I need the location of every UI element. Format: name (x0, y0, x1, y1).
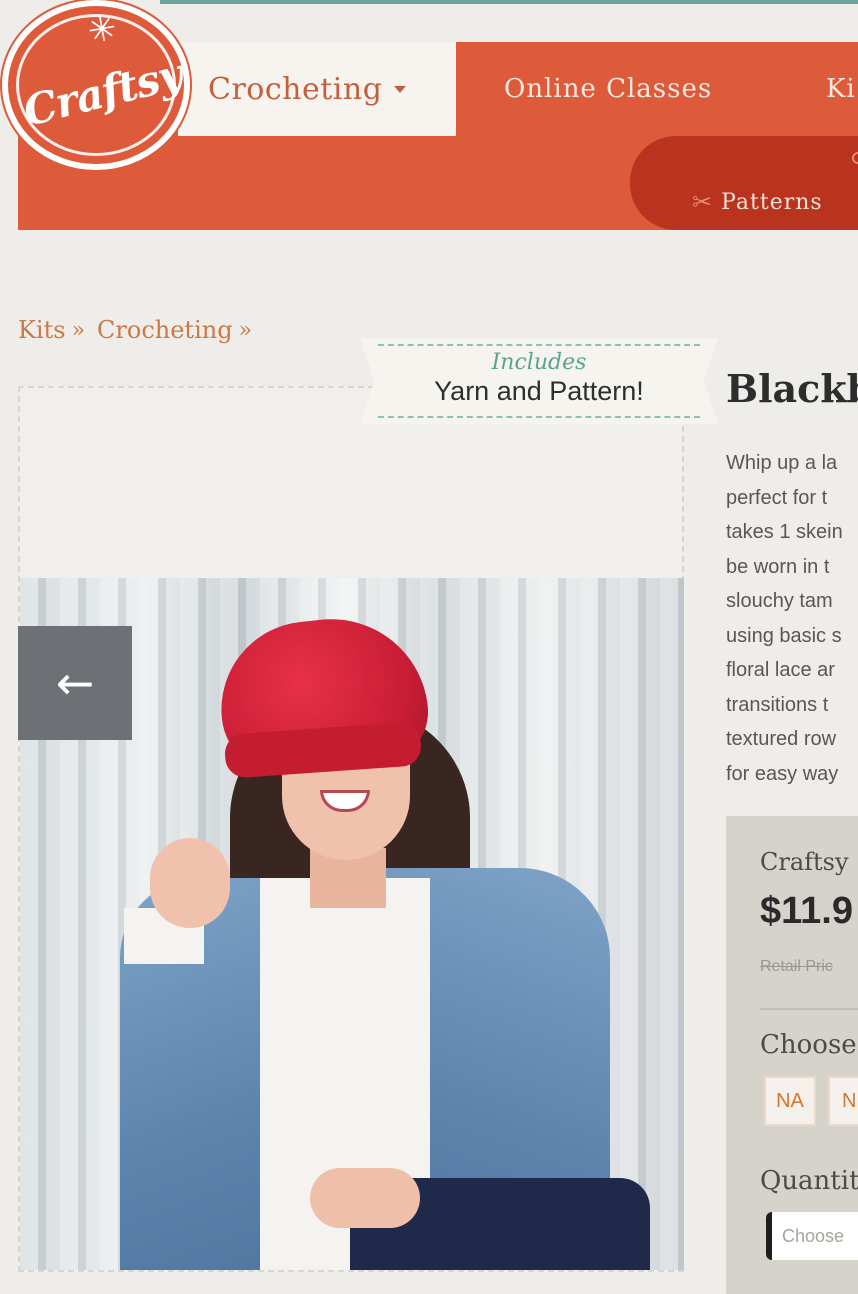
nav-online-classes[interactable]: Online Classes (504, 42, 712, 136)
banner-title: Yarn and Pattern! (434, 376, 644, 406)
sub-nav-patterns[interactable]: ✂ Patterns (692, 188, 823, 216)
sub-nav-partial-icon (852, 152, 858, 164)
includes-banner: Includes Yarn and Pattern! (360, 338, 718, 424)
description-line: transitions t (726, 693, 829, 716)
craftsy-logo[interactable]: ✳ Craftsy (2, 0, 190, 170)
divider (760, 1008, 858, 1010)
purchase-box: Craftsy $11.9 Retail Pric Choose NA N Qu… (726, 816, 858, 1294)
logo-rays-icon: ✳ (84, 7, 120, 53)
quantity-select[interactable]: Choose (766, 1212, 858, 1260)
breadcrumb-separator: » (238, 317, 253, 343)
description-line: slouchy tam (726, 590, 833, 612)
chevron-down-icon (394, 85, 407, 93)
breadcrumb-item-kits[interactable]: Kits (18, 316, 66, 344)
breadcrumb: Kits » Crocheting » (18, 316, 252, 344)
description-line: takes 1 skein (726, 521, 843, 543)
option-button[interactable]: N (828, 1076, 858, 1126)
photo-hand (150, 838, 230, 928)
price: $11.9 (760, 890, 853, 932)
banner-subtitle: Includes (491, 350, 587, 375)
description-line: textured row (726, 728, 837, 750)
choose-label: Choose (760, 1030, 857, 1060)
top-rule (160, 0, 858, 4)
photo-hand-lap (310, 1168, 420, 1228)
nav-kits[interactable]: Ki (826, 42, 856, 136)
description-line: be worn in t (726, 555, 830, 578)
scissors-icon: ✂ (692, 188, 714, 216)
sub-nav: ✂ Patterns (630, 136, 858, 230)
seller-label: Craftsy (760, 848, 849, 876)
description-line: using basic s (726, 624, 842, 647)
description-line: Whip up a la (726, 452, 838, 474)
description-line: perfect for t (726, 486, 828, 509)
option-button[interactable]: NA (764, 1076, 816, 1126)
product-title: Blackb (726, 366, 858, 411)
patterns-label: Patterns (721, 189, 823, 215)
category-label: Crocheting (208, 71, 383, 107)
breadcrumb-separator: » (71, 317, 86, 343)
arrow-left-icon: ← (55, 656, 95, 710)
description-line: for easy way (726, 762, 839, 785)
gallery-prev-button[interactable]: ← (18, 626, 132, 740)
retail-price: Retail Pric (760, 958, 833, 975)
quantity-label: Quantity (760, 1166, 858, 1196)
breadcrumb-item-crocheting[interactable]: Crocheting (97, 316, 233, 344)
product-description: Whip up a la perfect for t takes 1 skein… (726, 446, 858, 791)
description-line: floral lace ar (726, 659, 835, 681)
category-dropdown[interactable]: Crocheting (178, 42, 456, 136)
